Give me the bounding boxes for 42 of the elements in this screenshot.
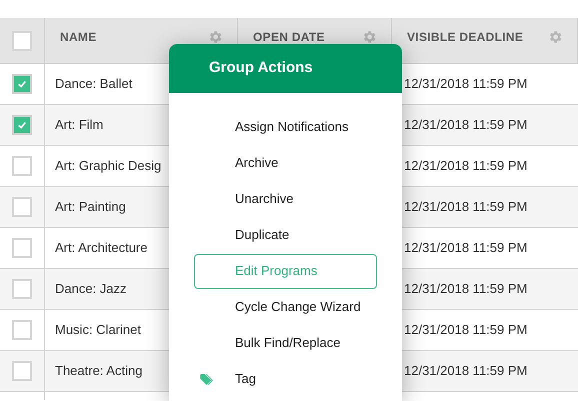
settings-icon[interactable] <box>361 28 377 44</box>
menu-item[interactable]: Cycle Change Wizard <box>194 290 377 324</box>
checkbox[interactable] <box>12 197 32 217</box>
checkbox[interactable] <box>12 74 32 94</box>
table-cell-text: 12/31/2018 11:59 PM <box>404 198 528 216</box>
table-cell-text: Dance: Ballet <box>55 75 132 94</box>
checkbox[interactable] <box>12 361 32 381</box>
table-cell-text: 12/31/2018 11:59 PM <box>404 362 528 380</box>
check-icon <box>17 79 27 89</box>
table-cell-text: Art: Architecture <box>55 239 148 258</box>
settings-icon[interactable] <box>207 28 223 44</box>
checkbox[interactable] <box>12 115 32 135</box>
checkbox[interactable] <box>12 279 32 299</box>
table-cell-text: Art: Film <box>55 116 104 134</box>
menu-item[interactable]: Tag <box>194 362 377 396</box>
menu-item[interactable]: Assign Notifications <box>194 110 377 144</box>
column-header: VISIBLE DEADLINE <box>407 28 524 46</box>
menu-item[interactable]: Archive <box>194 146 377 180</box>
table-cell-text: Theatre: Acting <box>55 362 142 380</box>
table-cell-text: Art: Painting <box>55 198 126 216</box>
table-cell-text: 12/31/2018 11:59 PM <box>404 157 528 176</box>
column-header: NAME <box>60 28 97 46</box>
menu-item[interactable]: Duplicate <box>194 218 377 252</box>
check-icon <box>17 120 27 130</box>
settings-icon[interactable] <box>547 28 563 44</box>
table-cell-text: 12/31/2018 11:59 PM <box>404 116 528 134</box>
table-cell-text: 12/31/2018 11:59 PM <box>404 280 528 298</box>
checkbox[interactable] <box>12 238 32 258</box>
checkbox[interactable] <box>12 320 32 340</box>
column-header: OPEN DATE <box>253 28 325 46</box>
checkbox[interactable] <box>12 156 32 176</box>
table-cell-text: Art: Graphic Desig <box>55 157 162 176</box>
menu-item[interactable]: Bulk Find/Replace <box>194 326 377 360</box>
menu-item[interactable]: Unarchive <box>194 182 377 216</box>
table-cell-text: Dance: Jazz <box>55 280 127 298</box>
tag-icon <box>200 374 215 384</box>
menu-title: Group Actions <box>209 58 313 78</box>
table-cell-text: 12/31/2018 11:59 PM <box>404 321 528 340</box>
checkbox[interactable] <box>12 30 32 50</box>
table-cell-text: 12/31/2018 11:59 PM <box>404 239 528 258</box>
table-cell-text: Music: Clarinet <box>55 321 141 340</box>
table-cell-text: 12/31/2018 11:59 PM <box>404 75 528 94</box>
